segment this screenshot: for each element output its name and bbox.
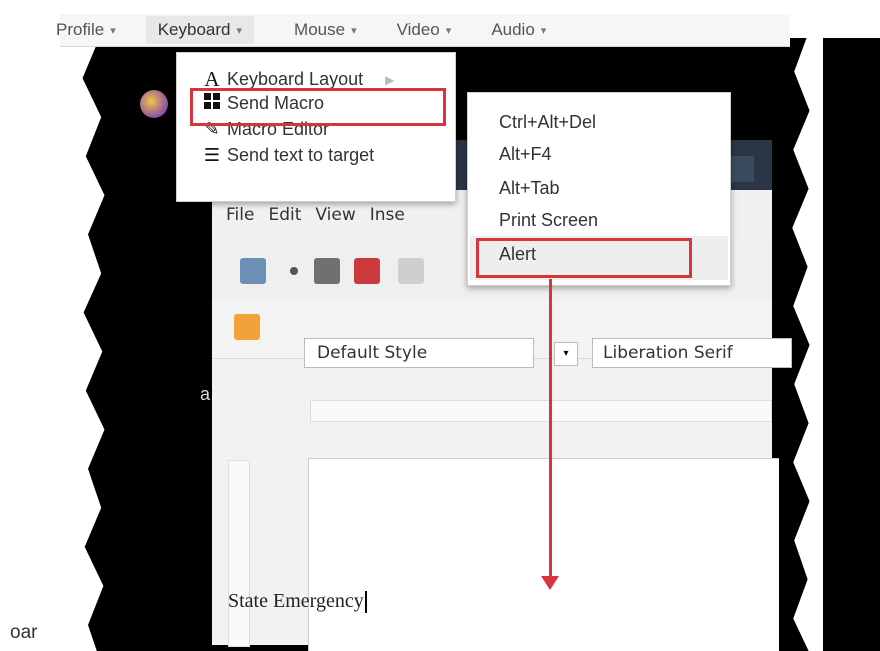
app-logo xyxy=(140,90,168,118)
menu-keyboard[interactable]: Keyboard ▾ xyxy=(145,16,255,44)
new-document-icon[interactable] xyxy=(240,258,266,284)
kvm-menubar: Profile ▾ Keyboard ▾ Mouse ▾ Video ▾ Audio ▾ xyxy=(56,14,790,47)
menu-mouse-label: Mouse xyxy=(294,20,346,39)
document-page[interactable] xyxy=(308,458,779,651)
menu-video[interactable]: Video ▾ xyxy=(397,20,452,40)
menu-audio-label: Audio xyxy=(491,20,535,39)
menu-audio[interactable]: Audio ▾ xyxy=(491,20,546,40)
document-body[interactable]: State Emergency xyxy=(228,590,367,614)
alert-highlight xyxy=(476,238,692,278)
paragraph-style-box[interactable]: Default Style xyxy=(304,338,534,368)
menu-item-label: Keyboard Layout xyxy=(227,69,364,89)
menu-mouse[interactable]: Mouse ▾ xyxy=(294,20,357,40)
style-dropdown-button[interactable]: ▾ xyxy=(554,342,578,366)
annotation-arrow-head xyxy=(541,576,559,590)
menu-video-label: Video xyxy=(396,20,440,39)
side-label: a xyxy=(200,384,211,404)
open-folder-icon[interactable] xyxy=(314,258,340,284)
horizontal-ruler xyxy=(310,400,772,422)
chevron-right-icon: ▶ xyxy=(385,72,395,87)
email-icon[interactable] xyxy=(398,258,424,284)
menu-profile-label: Profile xyxy=(56,20,105,39)
menu-item-label: Send text to target xyxy=(227,145,375,165)
keyboard-menu: A Keyboard Layout ▶ Send Macro ✎ Macro E… xyxy=(176,52,456,202)
menu-file[interactable]: File xyxy=(226,205,254,225)
font-name-box[interactable]: Liberation Serif xyxy=(592,338,792,368)
screenshot-stage: U. File Edit View Inse s W Default Style… xyxy=(0,0,880,651)
menu-edit[interactable]: Edit xyxy=(268,205,301,225)
lines-icon: ☰ xyxy=(203,145,221,165)
menu-view[interactable]: View xyxy=(315,205,355,225)
vertical-ruler xyxy=(228,460,250,647)
save-icon[interactable] xyxy=(354,258,380,284)
menu-keyboard-label: Keyboard xyxy=(157,20,231,39)
macro-print-screen[interactable]: Print Screen xyxy=(499,210,598,231)
styles-icon[interactable] xyxy=(234,314,260,340)
send-macro-highlight xyxy=(190,88,446,126)
chevron-down-icon: ▾ xyxy=(445,24,452,37)
document-text: State Emergency xyxy=(228,590,364,612)
menu-profile[interactable]: Profile ▾ xyxy=(56,20,116,40)
dropdown-dot-icon[interactable] xyxy=(290,267,298,275)
macro-alt-f4[interactable]: Alt+F4 xyxy=(499,144,552,165)
chevron-down-icon: ▾ xyxy=(110,24,116,37)
menu-insert[interactable]: Inse xyxy=(370,205,405,225)
chevron-down-icon: ▾ xyxy=(540,24,547,37)
chevron-down-icon: ▾ xyxy=(351,24,357,37)
macro-alt-tab[interactable]: Alt+Tab xyxy=(499,178,560,199)
chevron-down-icon: ▾ xyxy=(236,24,243,37)
macro-ctrl-alt-del[interactable]: Ctrl+Alt+Del xyxy=(499,112,596,133)
menu-item-send-text[interactable]: ☰ Send text to target xyxy=(203,145,374,166)
annotation-arrow-line xyxy=(549,279,552,579)
text-cursor xyxy=(364,591,367,614)
footer-text: oar xyxy=(10,622,38,643)
